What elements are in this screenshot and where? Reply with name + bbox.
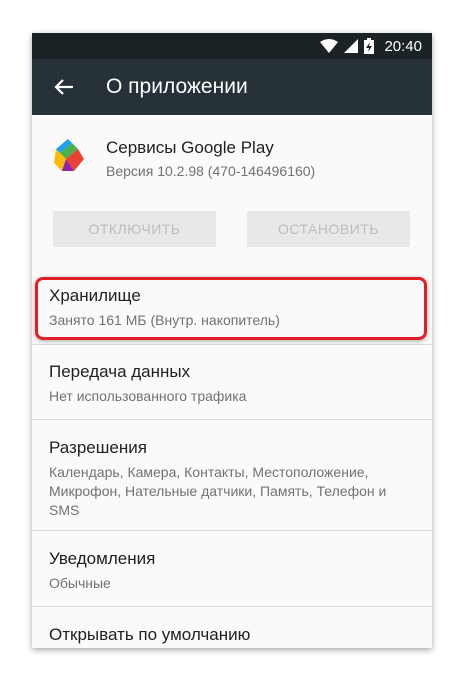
list-item-subtitle: Календарь, Камера, Контакты, Местоположе… (49, 464, 387, 518)
divider (32, 606, 432, 607)
phone-screen: 20:40 О приложении Сервисы Google Play В… (32, 33, 432, 648)
storage-highlight-frame (35, 277, 427, 340)
back-button[interactable] (36, 59, 92, 115)
app-version: Версия 10.2.98 (470-146496160) (106, 163, 316, 179)
disable-button[interactable]: ОТКЛЮЧИТЬ (53, 211, 216, 247)
list-item-subtitle: Нет использованного трафика (49, 388, 247, 404)
divider (32, 419, 432, 420)
app-name: Сервисы Google Play (106, 138, 274, 157)
status-bar: 20:40 (32, 33, 432, 59)
list-item-open-by-default[interactable]: Открывать по умолчанию (32, 625, 432, 645)
list-item-permissions[interactable]: Разрешения Календарь, Камера, Контакты, … (32, 438, 432, 520)
wifi-icon (320, 39, 339, 53)
list-item-title: Разрешения (49, 438, 147, 457)
list-item-notifications[interactable]: Уведомления Обычные (32, 549, 432, 593)
cell-signal-icon (344, 39, 359, 53)
list-item-title: Открывать по умолчанию (49, 625, 251, 644)
divider (32, 530, 432, 531)
stop-button[interactable]: ОСТАНОВИТЬ (247, 211, 410, 247)
divider (32, 344, 432, 345)
page-title: О приложении (106, 75, 248, 98)
list-item-title: Передача данных (49, 362, 191, 381)
arrow-back-icon (54, 79, 73, 95)
battery-charging-icon (364, 38, 375, 54)
app-header: Сервисы Google Play Версия 10.2.98 (470-… (32, 115, 432, 205)
app-bar: О приложении (32, 59, 432, 115)
list-item-subtitle: Обычные (49, 575, 111, 591)
list-item-data-usage[interactable]: Передача данных Нет использованного траф… (32, 362, 432, 406)
list-item-title: Уведомления (49, 549, 156, 568)
google-play-services-icon (54, 139, 84, 171)
status-time: 20:40 (384, 37, 422, 55)
